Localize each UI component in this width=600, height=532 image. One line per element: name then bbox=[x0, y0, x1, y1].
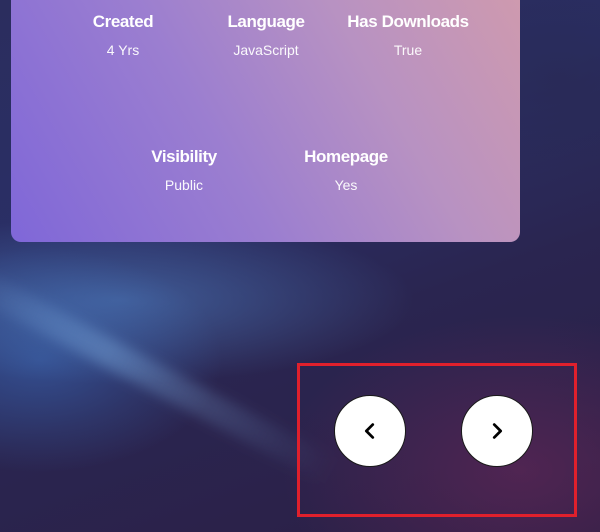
stat-label: Language bbox=[227, 12, 305, 31]
stat-created: Created 4 Yrs bbox=[53, 12, 193, 59]
stat-label: Visibility bbox=[151, 147, 217, 166]
next-button[interactable] bbox=[461, 395, 533, 467]
stat-label: Homepage bbox=[304, 147, 388, 166]
stat-value: True bbox=[393, 42, 423, 58]
stat-value: Yes bbox=[334, 177, 358, 193]
stat-visibility: Visibility Public bbox=[114, 147, 254, 194]
stat-value: JavaScript bbox=[233, 42, 299, 58]
repo-stats-card: Created 4 Yrs Language JavaScript Has Do… bbox=[11, 0, 520, 242]
stat-homepage: Homepage Yes bbox=[276, 147, 416, 194]
stat-value: Public bbox=[164, 177, 204, 193]
stat-value: 4 Yrs bbox=[106, 42, 140, 58]
stat-language: Language JavaScript bbox=[196, 12, 336, 59]
stat-has-downloads: Has Downloads True bbox=[338, 12, 478, 59]
previous-button[interactable] bbox=[334, 395, 406, 467]
stat-label: Has Downloads bbox=[347, 12, 469, 31]
chevron-right-icon bbox=[492, 423, 503, 439]
stat-label: Created bbox=[92, 12, 154, 31]
chevron-left-icon bbox=[364, 423, 375, 439]
